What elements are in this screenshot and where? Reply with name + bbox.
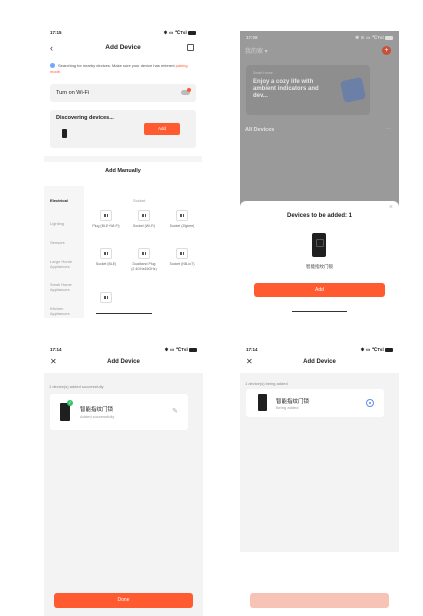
wifi-toggle[interactable] xyxy=(181,88,191,95)
category-sidebar: Electrical Lighting Sensors Large Home A… xyxy=(44,186,84,318)
door-lock-icon xyxy=(258,394,267,411)
device-item[interactable] xyxy=(88,292,124,306)
category-small-appliances[interactable]: Small Home Appliances xyxy=(50,282,82,292)
progress-message: 1 device(s) being added xyxy=(245,381,288,386)
category-electrical[interactable]: Electrical xyxy=(50,198,68,203)
plus-icon[interactable]: + xyxy=(382,46,391,55)
banner-headline: Enjoy a cozy life with ambient indicator… xyxy=(253,79,319,99)
device-item[interactable]: Socket (NB-IoT) xyxy=(164,248,200,267)
column-header-socket: Socket xyxy=(133,198,146,203)
home-indicator xyxy=(292,310,347,312)
battery-icon xyxy=(385,348,393,352)
status-icons: ✱ ⊙ ▭ ℃Tsl xyxy=(355,35,393,41)
page-title: Add Device xyxy=(303,359,336,365)
socket-icon xyxy=(176,210,188,221)
device-item[interactable]: Dualband Plug (2.4GHz&5GHz) xyxy=(126,248,162,271)
device-name: 智能指纹门锁 xyxy=(306,264,333,269)
status-time: 17:14 xyxy=(50,347,62,352)
added-success-screen: 17:14 ✱ ▭ ℃Tsl ✕ Add Device 1 device(s) … xyxy=(44,343,203,616)
socket-icon xyxy=(100,210,112,221)
socket-icon xyxy=(176,248,188,259)
door-lock-icon xyxy=(312,233,326,257)
discovering-label: Discovering devices... xyxy=(56,115,114,121)
result-message: 1 device(s) added successfully xyxy=(49,384,104,389)
status-bar: 17:14 ✱ ▭ ℃Tsl xyxy=(44,343,203,355)
wifi-row[interactable]: Turn on Wi-Fi xyxy=(50,84,196,102)
discovering-card: Discovering devices... Add xyxy=(50,110,196,148)
category-kitchen[interactable]: Kitchen Appliances xyxy=(50,306,82,316)
home-indicator xyxy=(96,313,152,314)
status-icons: ✱ ▭ ℃Tsl xyxy=(165,347,197,353)
sheet-title: Devices to be added: 1 xyxy=(286,213,353,219)
devices-to-add-screen: 17:08 ✱ ⊙ ▭ ℃Tsl 我的家 ▾ + Smart Home Enjo… xyxy=(240,31,399,316)
header: 17:14 ✱ ▭ ℃Tsl ✕ Add Device xyxy=(240,343,399,373)
status-time: 17:08 xyxy=(246,35,258,40)
socket-icon xyxy=(138,248,150,259)
adding-device-screen: 17:14 ✱ ▭ ℃Tsl ✕ Add Device 1 device(s) … xyxy=(240,343,399,616)
promo-banner[interactable]: Smart Home Enjoy a cozy life with ambien… xyxy=(246,65,370,115)
section-divider xyxy=(44,156,202,162)
status-icons: ✱ ▭ ℃Tsl xyxy=(361,347,393,353)
status-bar: 17:14 ✱ ▭ ℃Tsl xyxy=(240,343,399,355)
add-device-screen: 17:15 ✱ ▭ ℃Tsl ‹ Add Device Searching fo… xyxy=(44,26,202,318)
add-button[interactable]: Add xyxy=(144,123,180,135)
battery-icon xyxy=(189,348,197,352)
device-item[interactable]: Socket (Zigbee) xyxy=(164,210,200,229)
add-devices-sheet: × Devices to be added: 1 智能指纹门锁 Add xyxy=(240,201,399,316)
battery-icon xyxy=(188,31,196,35)
socket-icon xyxy=(100,292,112,303)
status-icons: ✱ ▭ ℃Tsl xyxy=(164,30,196,36)
socket-icon xyxy=(100,248,112,259)
device-item[interactable]: Socket (BLE) xyxy=(88,248,124,267)
device-item[interactable]: Plug (BLE+Wi-Fi) xyxy=(88,210,124,229)
status-bar: 17:08 ✱ ⊙ ▭ ℃Tsl xyxy=(240,31,399,43)
device-status: Being added xyxy=(276,405,299,410)
category-sensors[interactable]: Sensors xyxy=(50,240,65,245)
home-selector[interactable]: 我的家 ▾ xyxy=(245,46,268,55)
nav-bar: ‹ Add Device xyxy=(44,40,202,56)
add-manually-title: Add Manually xyxy=(105,168,141,174)
status-time: 17:14 xyxy=(246,347,258,352)
done-button-disabled xyxy=(250,593,389,608)
page-title: Add Device xyxy=(105,44,141,51)
all-devices-label: All Devices xyxy=(245,127,275,133)
close-icon[interactable]: × xyxy=(389,204,393,211)
discovered-device-icon xyxy=(62,129,67,138)
loading-spinner-icon xyxy=(366,399,374,407)
category-lighting[interactable]: Lighting xyxy=(50,221,64,226)
device-card: 智能指纹门锁 Being added xyxy=(246,389,384,417)
more-icon[interactable]: ··· xyxy=(386,126,391,132)
check-icon: ✓ xyxy=(67,400,73,406)
battery-icon xyxy=(385,36,393,40)
status-time: 17:15 xyxy=(50,30,62,35)
device-status: Added successfully xyxy=(80,414,115,419)
radar-icon xyxy=(50,63,55,69)
header: 17:14 ✱ ▭ ℃Tsl ✕ Add Device xyxy=(44,343,203,373)
search-tip: Searching for nearby devices. Make sure … xyxy=(50,63,188,74)
wifi-label: Turn on Wi-Fi xyxy=(56,90,90,96)
device-card[interactable]: ✓ 智能指纹门锁 Added successfully ✎ xyxy=(50,394,188,430)
banner-caption: Smart Home xyxy=(253,71,273,75)
done-button[interactable]: Done xyxy=(54,593,193,608)
page-title: Add Device xyxy=(107,359,140,365)
device-name: 智能指纹门锁 xyxy=(276,399,310,405)
socket-icon xyxy=(138,210,150,221)
device-name: 智能指纹门锁 xyxy=(80,407,114,413)
category-large-appliances[interactable]: Large Home Appliances xyxy=(50,259,82,269)
scan-icon[interactable] xyxy=(187,44,194,51)
add-button[interactable]: Add xyxy=(254,283,385,297)
edit-icon[interactable]: ✎ xyxy=(172,407,178,415)
banner-illustration xyxy=(339,76,367,104)
device-item[interactable]: Socket (Wi-Fi) xyxy=(126,210,162,229)
status-bar: 17:15 ✱ ▭ ℃Tsl xyxy=(44,26,202,38)
